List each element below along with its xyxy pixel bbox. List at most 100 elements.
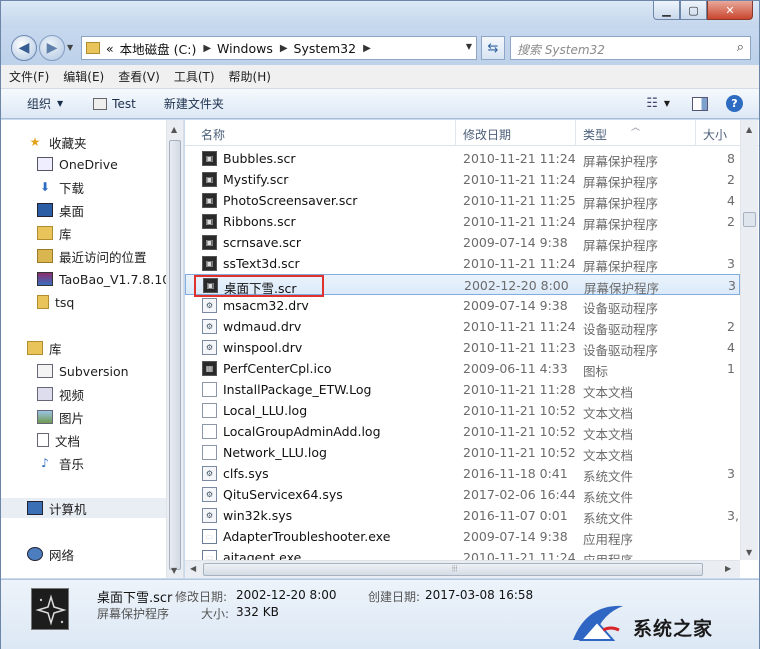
organize-button[interactable]: 组织 ▼	[27, 95, 63, 112]
menu-edit[interactable]: 编辑(E)	[63, 68, 104, 85]
driver-icon: ⚙	[202, 298, 217, 313]
nav-scrollbar[interactable]: ▲ ▼	[166, 120, 183, 578]
address-overflow[interactable]: «	[106, 41, 114, 56]
menu-bar: 文件(F) 编辑(E) 查看(V) 工具(T) 帮助(H)	[1, 65, 759, 89]
chevron-right-icon[interactable]: ▶	[280, 43, 288, 54]
watermark-text: 系统之家	[633, 618, 714, 640]
address-dropdown-icon[interactable]: ▼	[466, 42, 472, 51]
nav-item-subversion[interactable]: Subversion	[37, 361, 129, 381]
column-divider[interactable]	[455, 120, 456, 146]
address-segment-drive[interactable]: 本地磁盘 (C:)	[120, 39, 197, 58]
table-row[interactable]: ▦ PerfCenterCpl.ico 2009-06-11 4:33 图标 1	[185, 358, 740, 379]
nav-computer[interactable]: 计算机	[1, 498, 166, 518]
table-row[interactable]: ⚙ wdmaud.drv 2010-11-21 11:24 设备驱动程序 2	[185, 316, 740, 337]
details-created-value: 2017-03-08 16:58	[425, 588, 534, 602]
chevron-right-icon[interactable]: ▶	[363, 43, 371, 54]
file-date: 2010-11-21 11:24	[463, 319, 576, 334]
column-divider[interactable]	[695, 120, 696, 146]
new-folder-button[interactable]: 新建文件夹	[164, 95, 224, 112]
nav-item-music[interactable]: ♪ 音乐	[37, 453, 84, 473]
table-row[interactable]: ⚙ clfs.sys 2016-11-18 0:41 系统文件 3	[185, 463, 740, 484]
table-row[interactable]: InstallPackage_ETW.Log 2010-11-21 11:28 文本…	[185, 379, 740, 400]
nav-item-recent[interactable]: 最近访问的位置	[37, 246, 147, 266]
table-row[interactable]: ▣ ssText3d.scr 2010-11-21 11:24 屏幕保护程序 3	[185, 253, 740, 274]
nav-scroll-thumb[interactable]	[169, 140, 181, 570]
nav-item-videos[interactable]: 视频	[37, 384, 84, 404]
refresh-icon: ⇆	[487, 40, 499, 56]
preview-pane-icon[interactable]	[692, 96, 708, 111]
table-row[interactable]: ▭ AdapterTroubleshooter.exe 2009-07-14 9:3…	[185, 526, 740, 547]
file-name: LocalGroupAdminAdd.log	[223, 424, 381, 439]
menu-file[interactable]: 文件(F)	[9, 68, 49, 85]
scroll-right-icon[interactable]: ▶	[725, 564, 731, 573]
file-hscroll-thumb[interactable]: ⦙⦙⦙	[203, 563, 703, 576]
scroll-down-icon[interactable]: ▼	[746, 548, 752, 557]
view-dropdown-icon[interactable]: ▼	[664, 99, 670, 108]
help-icon[interactable]: ?	[726, 95, 743, 112]
column-header-type[interactable]: 类型	[583, 126, 607, 143]
back-button[interactable]: ◀	[11, 35, 37, 61]
nav-favorites[interactable]: ★ 收藏夹	[27, 132, 87, 152]
address-bar[interactable]: « 本地磁盘 (C:) ▶ Windows ▶ System32 ▶ ▼	[81, 36, 477, 60]
table-row[interactable]: Local_LLU.log 2010-11-21 10:52 文本文档	[185, 400, 740, 421]
scroll-up-icon[interactable]: ▲	[746, 125, 752, 134]
menu-view[interactable]: 查看(V)	[118, 68, 160, 85]
menu-help[interactable]: 帮助(H)	[229, 68, 271, 85]
view-options-icon[interactable]: ☷	[646, 96, 658, 111]
scroll-down-icon[interactable]: ▼	[171, 566, 177, 575]
nav-item-downloads[interactable]: ⬇ 下载	[37, 177, 84, 197]
file-vertical-scrollbar[interactable]: ▲ ▼	[740, 120, 758, 560]
forward-button[interactable]: ▶	[39, 35, 65, 61]
file-type: 屏幕保护程序	[583, 175, 659, 190]
scroll-left-icon[interactable]: ◀	[190, 564, 196, 573]
nav-libraries[interactable]: 库	[27, 338, 62, 358]
nav-item-tsq[interactable]: tsq	[37, 292, 74, 312]
nav-network[interactable]: 网络	[27, 544, 74, 564]
close-button[interactable]: ✕	[707, 1, 753, 20]
search-input[interactable]: 搜索 System32 ⌕	[510, 36, 751, 60]
nav-item-onedrive[interactable]: OneDrive	[37, 154, 118, 174]
file-date: 2010-11-21 10:52	[463, 403, 576, 418]
address-segment-system32[interactable]: System32	[294, 41, 357, 56]
table-row[interactable]: Network_LLU.log 2010-11-21 10:52 文本文档	[185, 442, 740, 463]
column-header-date[interactable]: 修改日期	[463, 126, 511, 143]
table-row[interactable]: LocalGroupAdminAdd.log 2010-11-21 10:52 文本…	[185, 421, 740, 442]
table-row[interactable]: ▣ Bubbles.scr 2010-11-21 11:24 屏幕保护程序 8	[185, 148, 740, 169]
nav-item-documents[interactable]: 文档	[37, 430, 80, 450]
minimize-button[interactable]: ▁	[653, 1, 680, 20]
table-row[interactable]: ⚙ msacm32.drv 2009-07-14 9:38 设备驱动程序	[185, 295, 740, 316]
nav-item-library[interactable]: 库	[37, 223, 72, 243]
nav-item-pictures[interactable]: 图片	[37, 407, 84, 427]
column-header-size[interactable]: 大小	[703, 126, 727, 143]
menu-tools[interactable]: 工具(T)	[174, 68, 215, 85]
file-name: InstallPackage_ETW.Log	[223, 382, 372, 397]
table-row[interactable]: ▣ Ribbons.scr 2010-11-21 11:24 屏幕保护程序 2	[185, 211, 740, 232]
file-type: 屏幕保护程序	[583, 196, 659, 211]
history-dropdown-icon[interactable]: ▼	[67, 43, 73, 52]
address-segment-windows[interactable]: Windows	[217, 41, 273, 56]
file-date: 2009-07-14 9:38	[463, 235, 568, 250]
text-file-icon	[202, 424, 217, 439]
refresh-button[interactable]: ⇆	[481, 36, 505, 60]
search-icon[interactable]: ⌕	[737, 40, 744, 55]
table-row[interactable]: ▣ scrnsave.scr 2009-07-14 9:38 屏幕保护程序	[185, 232, 740, 253]
file-size: 4	[727, 193, 735, 208]
table-row[interactable]: ⚙ winspool.drv 2010-11-21 11:23 设备驱动程序 4	[185, 337, 740, 358]
table-row[interactable]: ▣ PhotoScreensaver.scr 2010-11-21 11:25 屏幕保…	[185, 190, 740, 211]
nav-item-taobao[interactable]: TaoBao_V1.7.8.10_	[37, 269, 177, 289]
table-row[interactable]: ⚙ win32k.sys 2016-11-07 0:01 系统文件 3,1	[185, 505, 747, 526]
scroll-up-icon[interactable]: ▲	[171, 125, 177, 134]
file-date: 2010-11-21 11:24	[463, 172, 576, 187]
table-row[interactable]: ▣ Mystify.scr 2010-11-21 11:24 屏幕保护程序 2	[185, 169, 740, 190]
test-button[interactable]: Test	[93, 97, 136, 111]
column-divider[interactable]	[575, 120, 576, 146]
column-header-name[interactable]: 名称	[201, 126, 225, 143]
file-date: 2010-11-21 11:25	[463, 193, 576, 208]
file-scroll-thumb[interactable]	[743, 212, 756, 227]
file-horizontal-scrollbar[interactable]: ◀ ⦙⦙⦙ ▶	[185, 560, 740, 578]
table-row[interactable]: ⚙ QituServicex64.sys 2017-02-06 16:44 系统文件	[185, 484, 740, 505]
maximize-button[interactable]: ▢	[680, 1, 707, 20]
nav-item-desktop[interactable]: 桌面	[37, 200, 84, 220]
file-name: Mystify.scr	[223, 172, 289, 187]
chevron-right-icon[interactable]: ▶	[203, 43, 211, 54]
